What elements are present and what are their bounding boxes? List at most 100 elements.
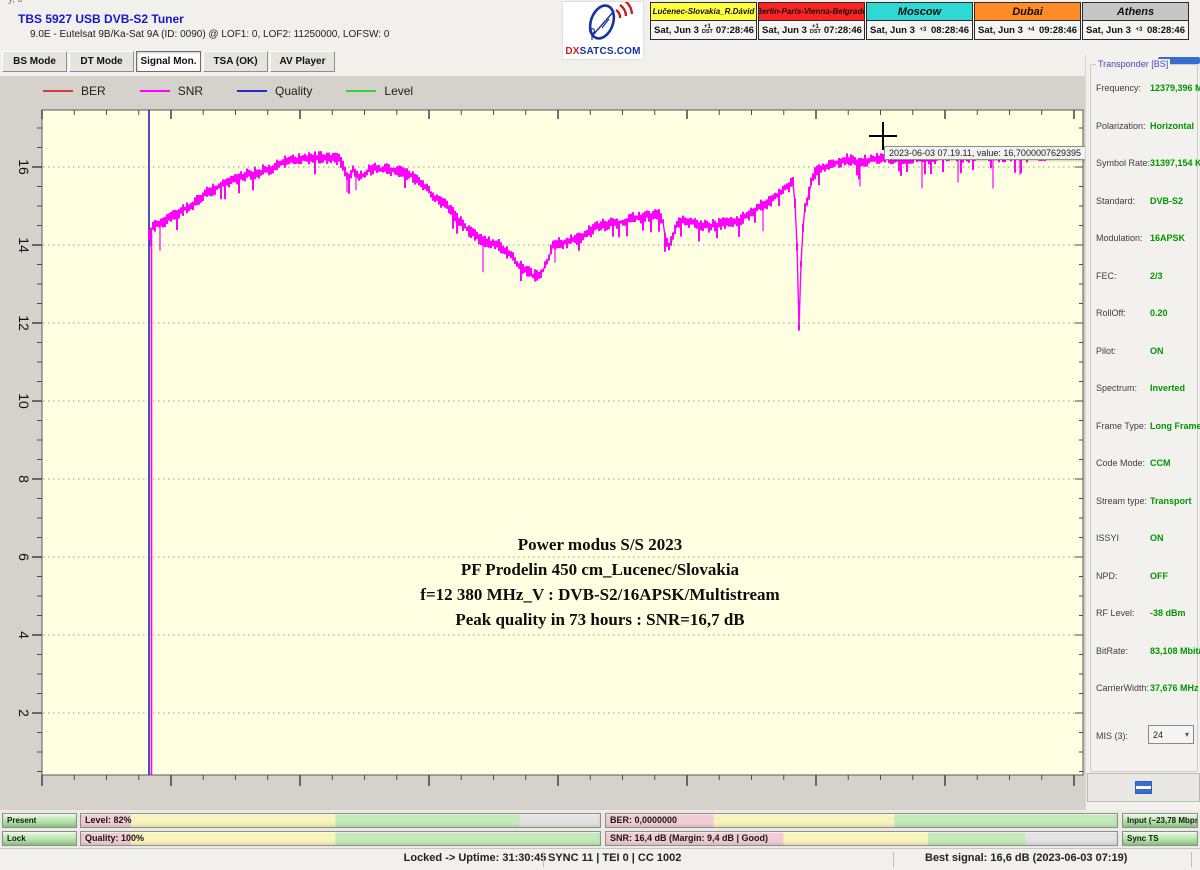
bar-input-23-78-mbps-: Input (~23,78 Mbps) — [1122, 813, 1198, 828]
satellite-dish-icon — [565, 2, 641, 44]
svg-text:2: 2 — [16, 709, 32, 717]
clock-1: Lučenec-Slovakia_R.DávidSat, Jun 3+1DST0… — [650, 2, 757, 40]
field-rolloff-: RollOff:0.20 — [1096, 308, 1194, 318]
clock-tz-offset: +1DST — [810, 25, 821, 35]
field-bitrate-: BitRate:83,108 Mbit/s — [1096, 646, 1194, 656]
signal-bars: PresentLevel: 82%BER: 0,0000000Input (~2… — [0, 810, 1200, 848]
chart-tooltip: 2023-06-03 07.19.11, value: 16,700000762… — [884, 146, 1086, 160]
clock-city: Dubai — [975, 3, 1080, 21]
transport-list-button[interactable] — [1087, 773, 1200, 802]
field-frequency-: Frequency:12379,396 MHz — [1096, 83, 1194, 93]
bar-lock: Lock — [2, 831, 77, 846]
clock-time-row: Sat, Jun 3+308:28:46 — [867, 21, 972, 39]
clock-tz-offset: +3 — [918, 28, 928, 33]
bar-quality: Quality: 100% — [80, 831, 601, 846]
snr-chart-plot: 246810121416 — [0, 76, 1085, 810]
clock-date: Sat, Jun 3 — [762, 25, 807, 36]
clock-time: 08:28:46 — [1147, 25, 1185, 36]
transponder-sidebar: Transponder [BS] Frequency:12379,396 MHz… — [1085, 55, 1200, 810]
dxsatcs-logo: DXSATCS.COM — [562, 1, 644, 60]
tab-signal-mon-[interactable]: Signal Mon. — [136, 51, 201, 72]
clock-city: Moscow — [867, 3, 972, 21]
clock-time: 09:28:46 — [1039, 25, 1077, 36]
field-rf-level-: RF Level:-38 dBm — [1096, 608, 1194, 618]
svg-text:4: 4 — [16, 631, 32, 639]
mis-row: MIS (3): 24 ▾ — [1096, 731, 1194, 741]
field-pilot-: Pilot:ON — [1096, 346, 1194, 356]
svg-text:6: 6 — [16, 553, 32, 561]
chevron-down-icon: ▾ — [1185, 730, 1189, 739]
legend-line-ber — [43, 90, 73, 92]
transponder-title: Transponder [BS] — [1096, 59, 1170, 69]
clock-city: Athens — [1083, 3, 1188, 21]
tab-bs-mode[interactable]: BS Mode — [2, 51, 67, 72]
field-fec-: FEC:2/3 — [1096, 271, 1194, 281]
clock-time-row: Sat, Jun 3+1DST07:28:46 — [651, 21, 756, 39]
tuner-subtitle: 9.0E - Eutelsat 9B/Ka-Sat 9A (ID: 0090) … — [30, 29, 389, 40]
world-clocks: Lučenec-Slovakia_R.DávidSat, Jun 3+1DST0… — [650, 2, 1190, 40]
field-carrierwidth-: CarrierWidth:37,676 MHz — [1096, 683, 1194, 693]
clock-date: Sat, Jun 3 — [1086, 25, 1131, 36]
clock-tz-offset: +4 — [1026, 28, 1036, 33]
clock-city: Berlin-Paris-Vienna-Belgrade — [759, 3, 864, 21]
field-polarization-: Polarization:Horizontal — [1096, 121, 1194, 131]
chart-legend: BERSNRQualityLevel — [43, 84, 447, 98]
svg-text:14: 14 — [16, 237, 32, 253]
field-npd-: NPD:OFF — [1096, 571, 1194, 581]
clock-date: Sat, Jun 3 — [870, 25, 915, 36]
status-sync: SYNC 11 | TEI 0 | CC 1002 — [548, 852, 681, 864]
field-spectrum-: Spectrum:Inverted — [1096, 383, 1194, 393]
tab-tsa-ok-[interactable]: TSA (OK) — [203, 51, 268, 72]
field-frame-type-: Frame Type:Long Frame — [1096, 421, 1194, 431]
legend-line-snr — [140, 90, 170, 92]
legend-line-level — [346, 90, 376, 92]
clock-4: DubaiSat, Jun 3+409:28:46 — [974, 2, 1081, 40]
legend-label-level: Level — [384, 84, 413, 98]
bar-sync-ts: Sync TS — [1122, 831, 1198, 846]
clock-tz-offset: +1DST — [702, 25, 713, 35]
field-stream-type-: Stream type:Transport — [1096, 496, 1194, 506]
bar-present: Present — [2, 813, 77, 828]
mis-select[interactable]: 24 ▾ — [1148, 725, 1194, 744]
bar-snr: SNR: 16,4 dB (Margin: 9,4 dB | Good) — [605, 831, 1118, 846]
svg-text:16: 16 — [16, 159, 32, 175]
field-code-mode-: Code Mode:CCM — [1096, 458, 1194, 468]
legend-line-quality — [237, 90, 267, 92]
legend-label-ber: BER — [81, 84, 106, 98]
clipped-window-caption: y, J — [8, 0, 23, 5]
annotation-line-3: f=12 380 MHz_V : DVB-S2/16APSK/Multistre… — [300, 582, 900, 607]
status-divider — [893, 852, 894, 867]
logo-text: DXSATCS.COM — [563, 46, 643, 57]
svg-text:10: 10 — [16, 393, 32, 409]
tuner-title: TBS 5927 USB DVB-S2 Tuner — [18, 12, 184, 26]
field-modulation-: Modulation:16APSK — [1096, 233, 1194, 243]
status-divider — [1191, 852, 1192, 867]
transponder-groupbox: Transponder [BS] Frequency:12379,396 MHz… — [1090, 64, 1198, 772]
clock-3: MoscowSat, Jun 3+308:28:46 — [866, 2, 973, 40]
clock-2: Berlin-Paris-Vienna-BelgradeSat, Jun 3+1… — [758, 2, 865, 40]
header: y, J TBS 5927 USB DVB-S2 Tuner 9.0E - Eu… — [0, 0, 1200, 77]
status-divider — [543, 852, 544, 867]
status-best-signal: Best signal: 16,6 dB (2023-06-03 07:19) — [925, 852, 1127, 864]
clock-city: Lučenec-Slovakia_R.Dávid — [651, 3, 756, 21]
field-standard-: Standard:DVB-S2 — [1096, 196, 1194, 206]
clock-date: Sat, Jun 3 — [978, 25, 1023, 36]
svg-text:8: 8 — [16, 475, 32, 483]
mis-label: MIS (3): — [1096, 731, 1128, 741]
clock-date: Sat, Jun 3 — [654, 25, 699, 36]
tab-av-player[interactable]: AV Player — [270, 51, 335, 72]
clock-time: 07:28:46 — [824, 25, 862, 36]
clock-tz-offset: +3 — [1134, 28, 1144, 33]
clock-time-row: Sat, Jun 3+409:28:46 — [975, 21, 1080, 39]
tab-dt-mode[interactable]: DT Mode — [69, 51, 134, 72]
annotation-line-2: PF Prodelin 450 cm_Lucenec/Slovakia — [300, 557, 900, 582]
clock-time: 08:28:46 — [931, 25, 969, 36]
clock-time-row: Sat, Jun 3+1DST07:28:46 — [759, 21, 864, 39]
legend-label-quality: Quality — [275, 84, 312, 98]
field-symbol-rate-: Symbol Rate:31397,154 KS/s — [1096, 158, 1194, 168]
signal-chart-panel: 246810121416 BERSNRQualityLevel Power mo… — [0, 76, 1085, 810]
app-window: y, J TBS 5927 USB DVB-S2 Tuner 9.0E - Eu… — [0, 0, 1200, 870]
clock-time: 07:28:46 — [716, 25, 754, 36]
annotation-line-4: Peak quality in 73 hours : SNR=16,7 dB — [300, 607, 900, 632]
field-issyi: ISSYION — [1096, 533, 1194, 543]
